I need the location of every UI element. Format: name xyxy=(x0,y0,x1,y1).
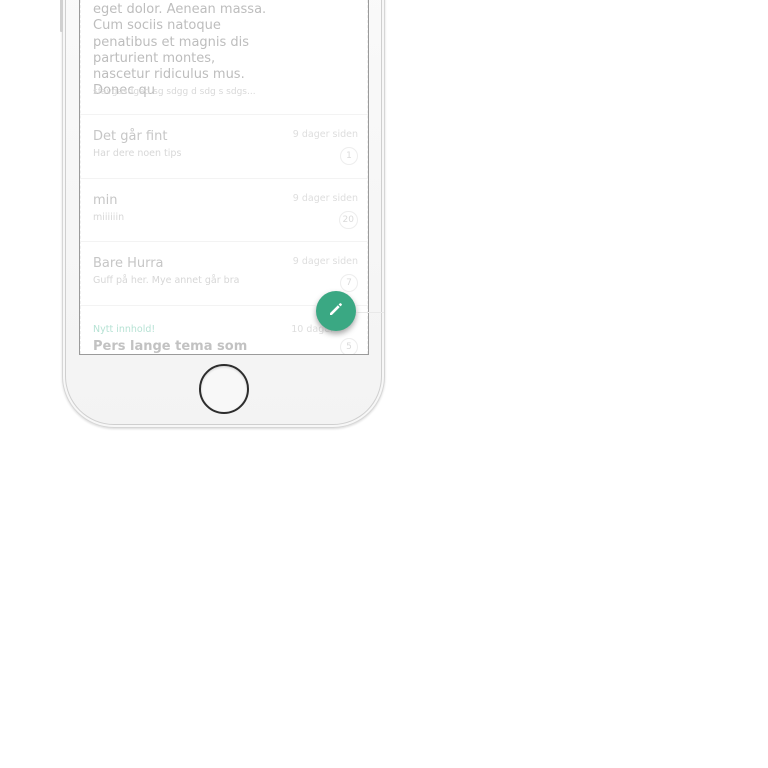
thread-item[interactable]: Det går fint Har dere noen tips 9 dager … xyxy=(80,115,368,179)
message-body: eget dolor. Aenean massa. Cum sociis nat… xyxy=(93,2,267,99)
thread-count-badge: 5 xyxy=(340,337,358,354)
message-subtext: sfavgasdgad sg sdgg d sdg s sdgs... xyxy=(93,87,256,97)
thread-count-badge: 7 xyxy=(340,274,358,292)
phone-frame: eget dolor. Aenean massa. Cum sociis nat… xyxy=(60,0,385,428)
thread-title: Det går fint xyxy=(93,129,168,144)
thread-subtitle: Guff på her. Mye annet går bra xyxy=(93,275,240,286)
thread-title: min xyxy=(93,192,118,208)
message-item-first[interactable]: eget dolor. Aenean massa. Cum sociis nat… xyxy=(80,0,368,115)
compose-button[interactable] xyxy=(316,291,356,331)
stage: eget dolor. Aenean massa. Cum sociis nat… xyxy=(0,0,768,768)
thread-count-badge: 1 xyxy=(340,147,358,165)
thread-time: 9 dager siden xyxy=(292,192,358,204)
thread-title: Bare Hurra xyxy=(93,256,164,271)
thread-item[interactable]: min miiiiiin 9 dager siden 20 xyxy=(80,179,368,242)
thread-subtitle: miiiiiin xyxy=(93,211,125,223)
thread-count-badge: 20 xyxy=(338,210,358,229)
thread-time: 9 dager siden xyxy=(292,129,358,140)
new-content-label: Nytt innhold! xyxy=(93,323,156,335)
phone-side-button xyxy=(60,0,63,32)
thread-time: 9 dager siden xyxy=(292,256,358,267)
thread-subtitle: Har dere noen tips xyxy=(93,148,182,159)
thread-title: Pers lange tema som må xyxy=(93,338,248,354)
pencil-icon xyxy=(327,300,345,322)
home-button[interactable] xyxy=(199,364,249,414)
